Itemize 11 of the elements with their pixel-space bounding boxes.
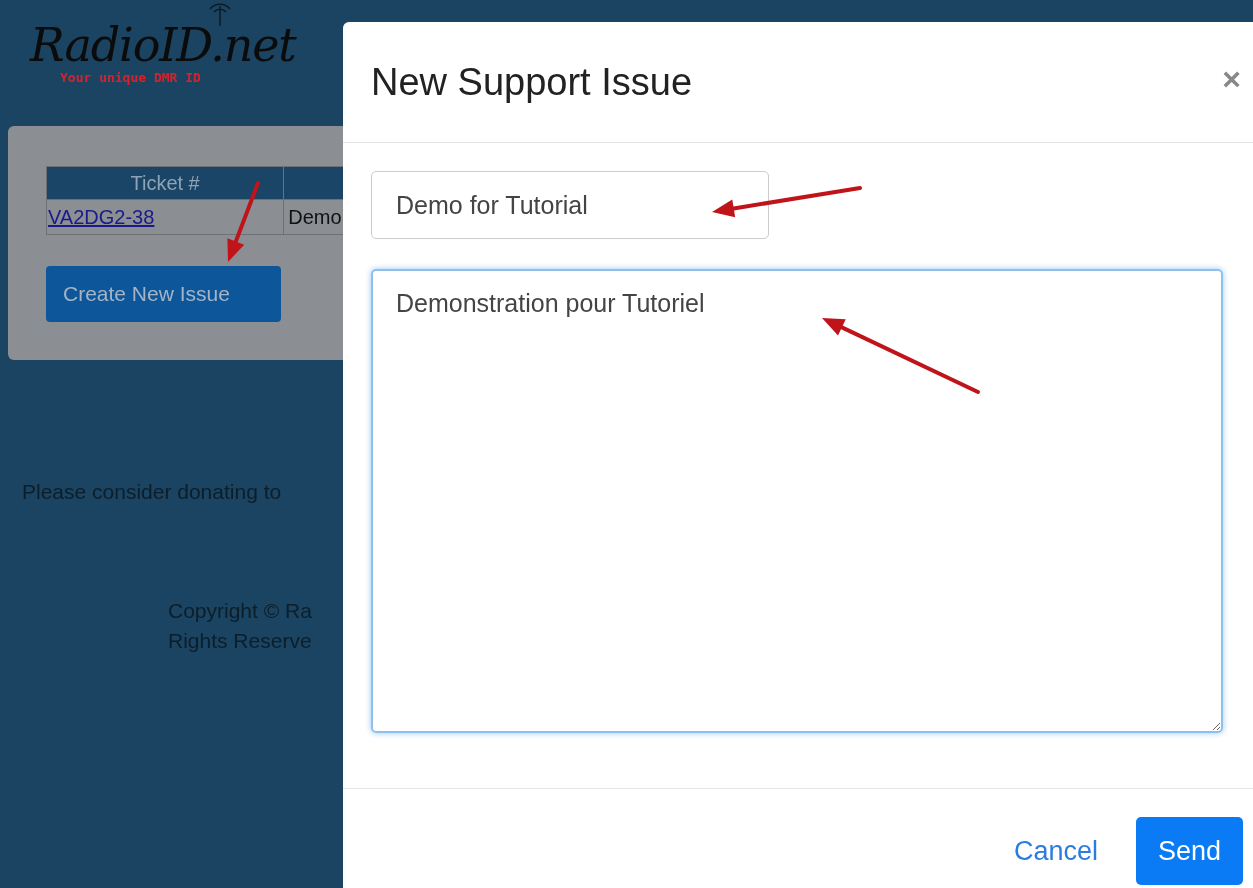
column-header: Ticket #: [46, 166, 284, 200]
send-button[interactable]: Send: [1135, 817, 1243, 885]
message-field[interactable]: Demonstration pour Tutoriel: [371, 269, 1223, 733]
antenna-icon: [206, 2, 234, 26]
logo-tagline: Your unique DMR ID: [60, 69, 201, 87]
create-issue-button[interactable]: Create New Issue: [46, 266, 281, 322]
logo-text: RadioID.net: [30, 22, 296, 68]
subject-field[interactable]: Demo for Tutorial: [371, 171, 769, 239]
cancel-link[interactable]: Cancel: [1013, 830, 1098, 872]
dialog-title: New Support Issue: [371, 59, 693, 105]
close-button[interactable]: ×: [1222, 63, 1241, 95]
